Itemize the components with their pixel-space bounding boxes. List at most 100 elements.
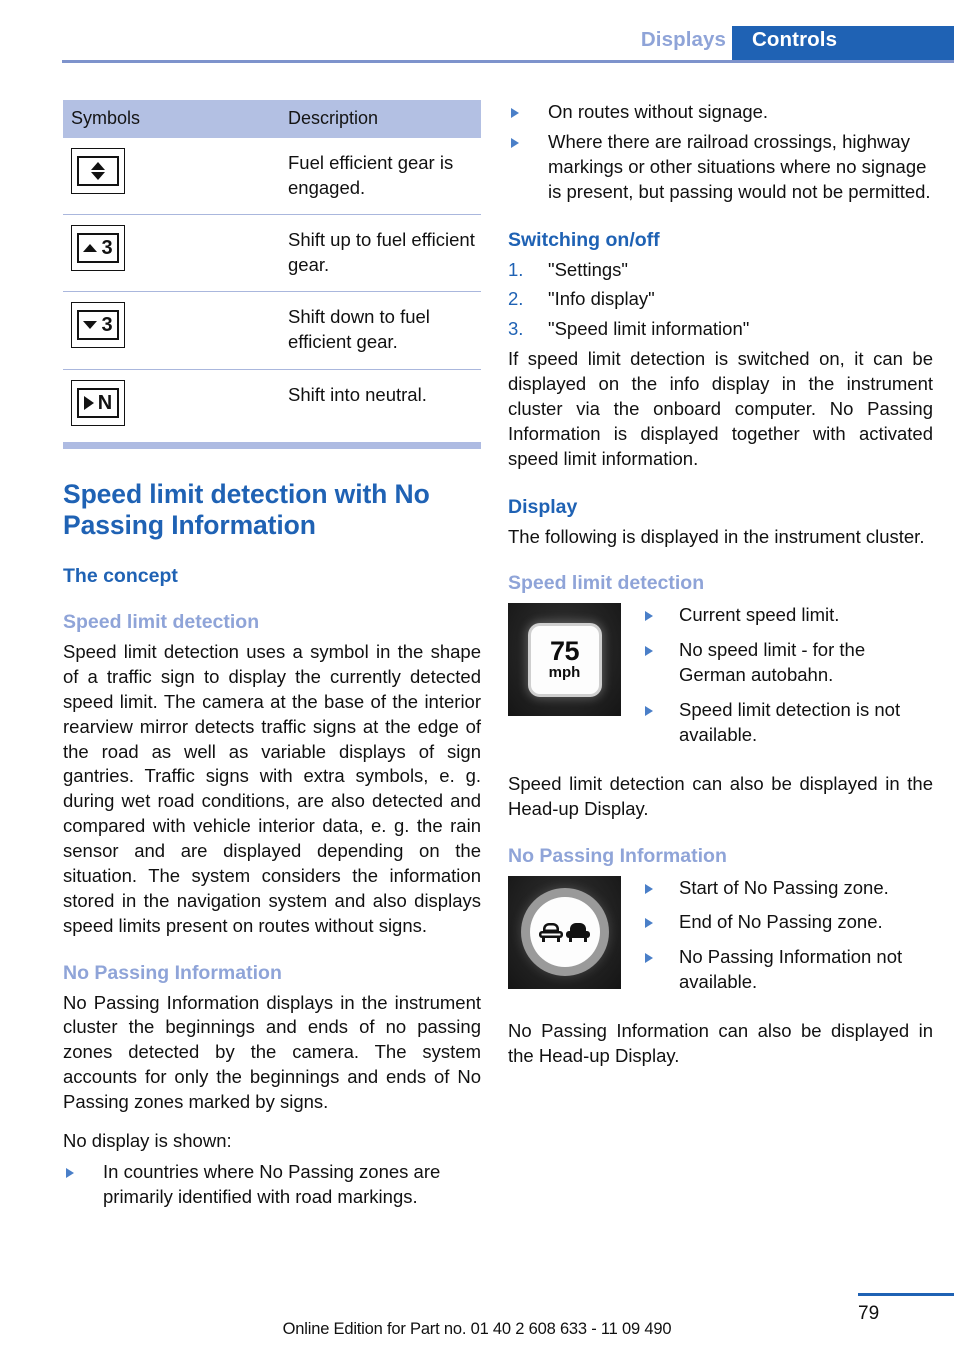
page-title: Speed limit detection with No Passing In… (63, 478, 430, 540)
symbol-description: Shift up to fuel efficient gear. (272, 214, 481, 293)
speed-limit-value: 75 (549, 636, 580, 667)
list-item: In countries where No Passing zones are … (63, 1160, 481, 1210)
footer-note: Online Edition for Part no. 01 40 2 608 … (282, 1320, 672, 1338)
symbols-table: Symbols Description Fuel efficient gear … (63, 100, 481, 440)
shift-down-gear-3-icon: 3 (71, 302, 125, 349)
heading-the-concept: The concept (63, 565, 178, 588)
speed-limit-figure-row: 75 mph Current speed limit. No speed lim… (508, 603, 933, 757)
triangle-bullet-icon (645, 883, 653, 894)
footer-divider (858, 1293, 954, 1296)
symbol-cell: 3 (63, 214, 272, 293)
column-header-description: Description (272, 100, 481, 138)
triangle-bullet-icon (511, 108, 519, 118)
symbol-cell (63, 138, 272, 216)
paragraph-no-display-intro: No display is shown: (63, 1129, 232, 1151)
paragraph-display-body: The following is displayed in the instru… (508, 525, 925, 547)
speed-limit-bullet-list: Current speed limit. No speed limit - fo… (643, 603, 933, 747)
triangle-bullet-icon (645, 646, 653, 657)
list-item: Start of No Passing zone. (643, 876, 933, 901)
list-item-label: "Speed limit information" (548, 318, 750, 340)
speed-limit-unit: mph (548, 664, 581, 682)
table-header-row: Symbols Description (63, 100, 481, 138)
list-item-label: Start of No Passing zone. (679, 876, 889, 898)
triangle-bullet-icon (645, 706, 653, 716)
triangle-bullet-icon (66, 1167, 74, 1178)
speed-limit-figure: 75 mph (508, 603, 621, 757)
table-row: N Shift into neutral. (63, 369, 481, 440)
shift-into-neutral-icon: N (71, 379, 125, 426)
list-item: 1. "Settings" (508, 258, 933, 283)
list-item-label: End of No Passing zone. (679, 911, 883, 933)
paragraph-switching-body: If speed limit detection is switched on,… (508, 348, 933, 469)
list-item-label: No Passing Information not available. (679, 946, 903, 993)
list-item-label: "Settings" (548, 258, 628, 280)
gear-number: 3 (101, 237, 113, 260)
left-column: Symbols Description Fuel efficient gear … (63, 100, 481, 1215)
list-item-label: Where there are railroad crossings, high… (548, 130, 931, 202)
table-bottom-bar (63, 441, 481, 449)
triangle-bullet-icon (511, 137, 519, 148)
no-passing-bullets: Start of No Passing zone. End of No Pass… (621, 876, 933, 1006)
list-item: No speed limit - for the German autobahn… (643, 638, 933, 688)
fuel-efficient-gear-engaged-icon (71, 148, 125, 194)
instrument-cluster-image: 75 mph (508, 603, 621, 717)
speed-limit-bullets: Current speed limit. No speed limit - fo… (621, 603, 933, 757)
list-item-label: Speed limit detection is not available. (679, 699, 901, 745)
switching-steps-list: 1. "Settings" 2. "Info display" 3. "Spee… (508, 258, 933, 343)
list-item-label: "Info display" (548, 288, 655, 310)
page-header: Displays Controls (0, 0, 954, 63)
triangle-bullet-icon (645, 953, 653, 964)
heading-switching-on-off: Switching on/off (508, 228, 660, 251)
gear-number: 3 (101, 314, 113, 337)
paragraph-no-passing-note: No Passing Information can also be displ… (508, 1020, 933, 1066)
continued-bullet-list: On routes without signage. Where there a… (508, 100, 933, 205)
paragraph-speed-limit-note: Speed limit detection can also be displa… (508, 772, 933, 819)
heading-display: Display (508, 495, 578, 518)
table-row: 3 Shift up to fuel efficient gear. (63, 214, 481, 293)
symbol-description: Shift down to fuel efficient gear. (272, 291, 481, 370)
symbol-cell: N (63, 369, 272, 440)
symbol-description: Fuel efficient gear is engaged. (272, 138, 481, 216)
column-header-symbols: Symbols (63, 100, 272, 138)
paragraph-no-passing-information: No Passing Information displays in the i… (63, 991, 481, 1113)
list-item: Current speed limit. (643, 603, 933, 628)
tab-displays[interactable]: Displays (641, 28, 726, 52)
symbol-description: Shift into neutral. (288, 383, 427, 405)
no-passing-bullet-list: Start of No Passing zone. End of No Pass… (643, 876, 933, 996)
list-item: On routes without signage. (508, 100, 933, 125)
triangle-bullet-icon (645, 611, 653, 622)
paragraph-speed-limit-detection: Speed limit detection uses a symbol in t… (63, 641, 481, 936)
list-item-label: Current speed limit. (679, 604, 840, 626)
car-black-icon (566, 922, 590, 942)
no-passing-figure (508, 875, 621, 1006)
step-number: 3. (508, 318, 524, 340)
list-item: Where there are railroad crossings, high… (508, 130, 933, 205)
no-passing-figure-row: Start of No Passing zone. End of No Pass… (508, 875, 933, 1006)
list-item-label: In countries where No Passing zones are … (103, 1160, 441, 1207)
instrument-cluster-image (508, 875, 621, 989)
list-item: End of No Passing zone. (643, 910, 933, 935)
list-item-label: On routes without signage. (548, 101, 769, 122)
gear-number: N (97, 391, 113, 414)
shift-up-gear-3-icon: 3 (71, 225, 125, 272)
right-column: On routes without signage. Where there a… (508, 100, 933, 1069)
step-number: 2. (508, 288, 524, 310)
car-white-icon (539, 922, 563, 942)
heading-speed-limit-detection-display: Speed limit detection (508, 572, 705, 595)
list-item: 2. "Info display" (508, 287, 933, 312)
header-divider (62, 60, 954, 63)
speed-limit-sign-icon: 75 mph (530, 625, 599, 694)
tab-controls-label: Controls (752, 28, 838, 51)
heading-speed-limit-detection: Speed limit detection (63, 611, 260, 634)
table-row: Fuel efficient gear is engaged. (63, 138, 481, 216)
step-number: 1. (508, 258, 524, 280)
table-row: 3 Shift down to fuel efficient gear. (63, 291, 481, 370)
no-passing-sign-icon (529, 897, 600, 967)
heading-no-passing-information-display: No Passing Information (508, 844, 727, 867)
list-item: 3. "Speed limit information" (508, 317, 933, 342)
no-display-bullet-list: In countries where No Passing zones are … (63, 1160, 481, 1210)
list-item: No Passing Information not available. (643, 945, 933, 995)
heading-no-passing-information: No Passing Information (63, 961, 282, 984)
triangle-bullet-icon (645, 918, 653, 929)
list-item-label: No speed limit - for the German autobahn… (679, 639, 866, 686)
